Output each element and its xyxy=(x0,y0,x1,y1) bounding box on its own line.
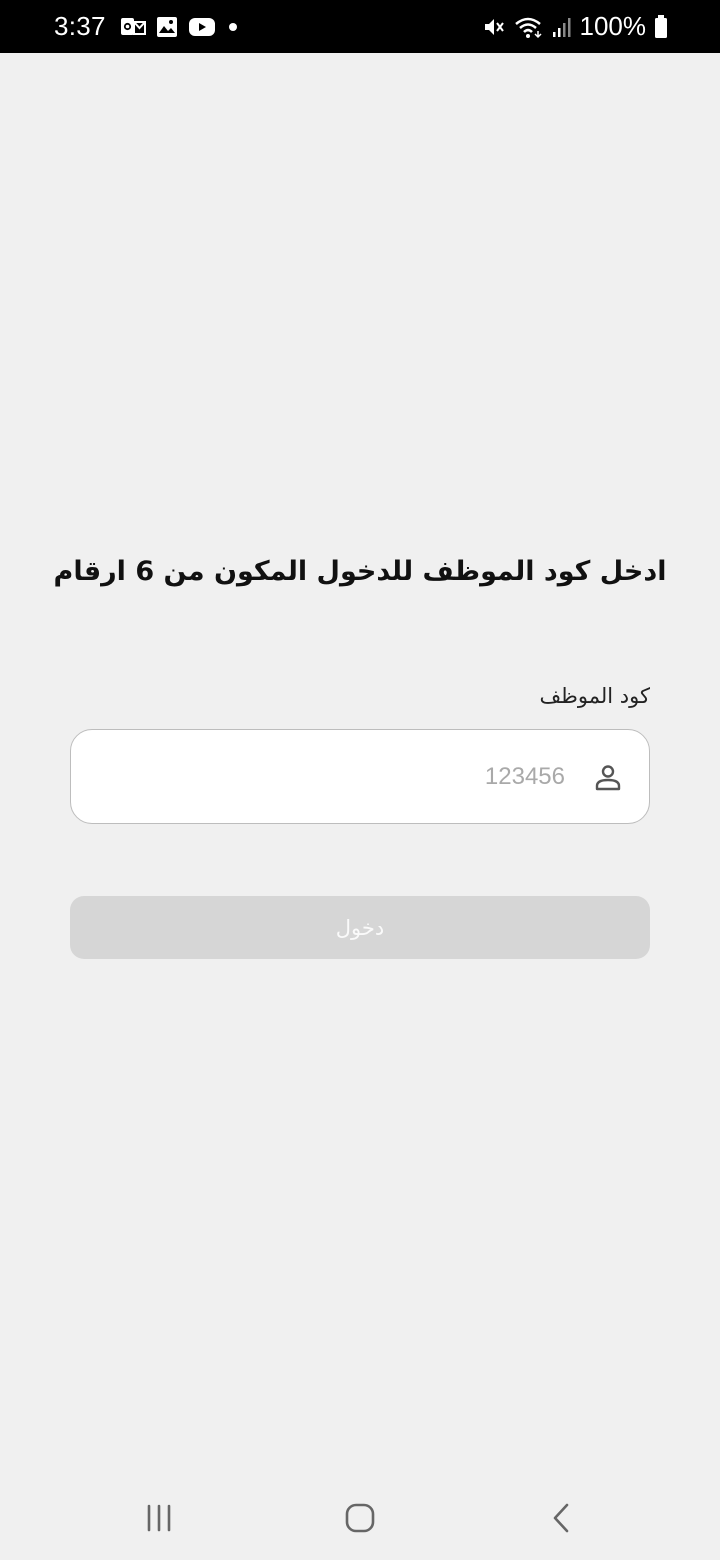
back-icon[interactable] xyxy=(532,1498,592,1538)
wifi-icon xyxy=(514,15,544,39)
login-screen: 3:37 100% ادخل كود الموظف للدخول المكون … xyxy=(0,0,720,1560)
login-button[interactable]: دخول xyxy=(70,896,650,959)
youtube-icon xyxy=(188,16,216,38)
employee-code-field-container[interactable] xyxy=(70,729,650,824)
gallery-icon xyxy=(156,16,178,38)
status-bar: 3:37 100% xyxy=(0,0,720,53)
person-icon xyxy=(593,762,623,792)
page-title: ادخل كود الموظف للدخول المكون من 6 ارقام xyxy=(53,556,667,587)
home-icon[interactable] xyxy=(330,1498,390,1538)
outlook-icon xyxy=(120,16,146,38)
battery-percent: 100% xyxy=(579,11,647,41)
employee-code-label: كود الموظف xyxy=(539,684,650,708)
employee-code-input[interactable] xyxy=(185,762,565,791)
navigation-bar xyxy=(0,1476,720,1560)
dot-icon xyxy=(226,20,240,34)
signal-icon xyxy=(552,16,572,38)
status-right: 100% xyxy=(482,11,669,42)
status-left: 3:37 xyxy=(54,11,240,42)
battery-icon xyxy=(654,14,668,39)
mute-icon xyxy=(482,15,506,39)
recents-icon[interactable] xyxy=(129,1498,189,1538)
status-time: 3:37 xyxy=(54,11,106,41)
